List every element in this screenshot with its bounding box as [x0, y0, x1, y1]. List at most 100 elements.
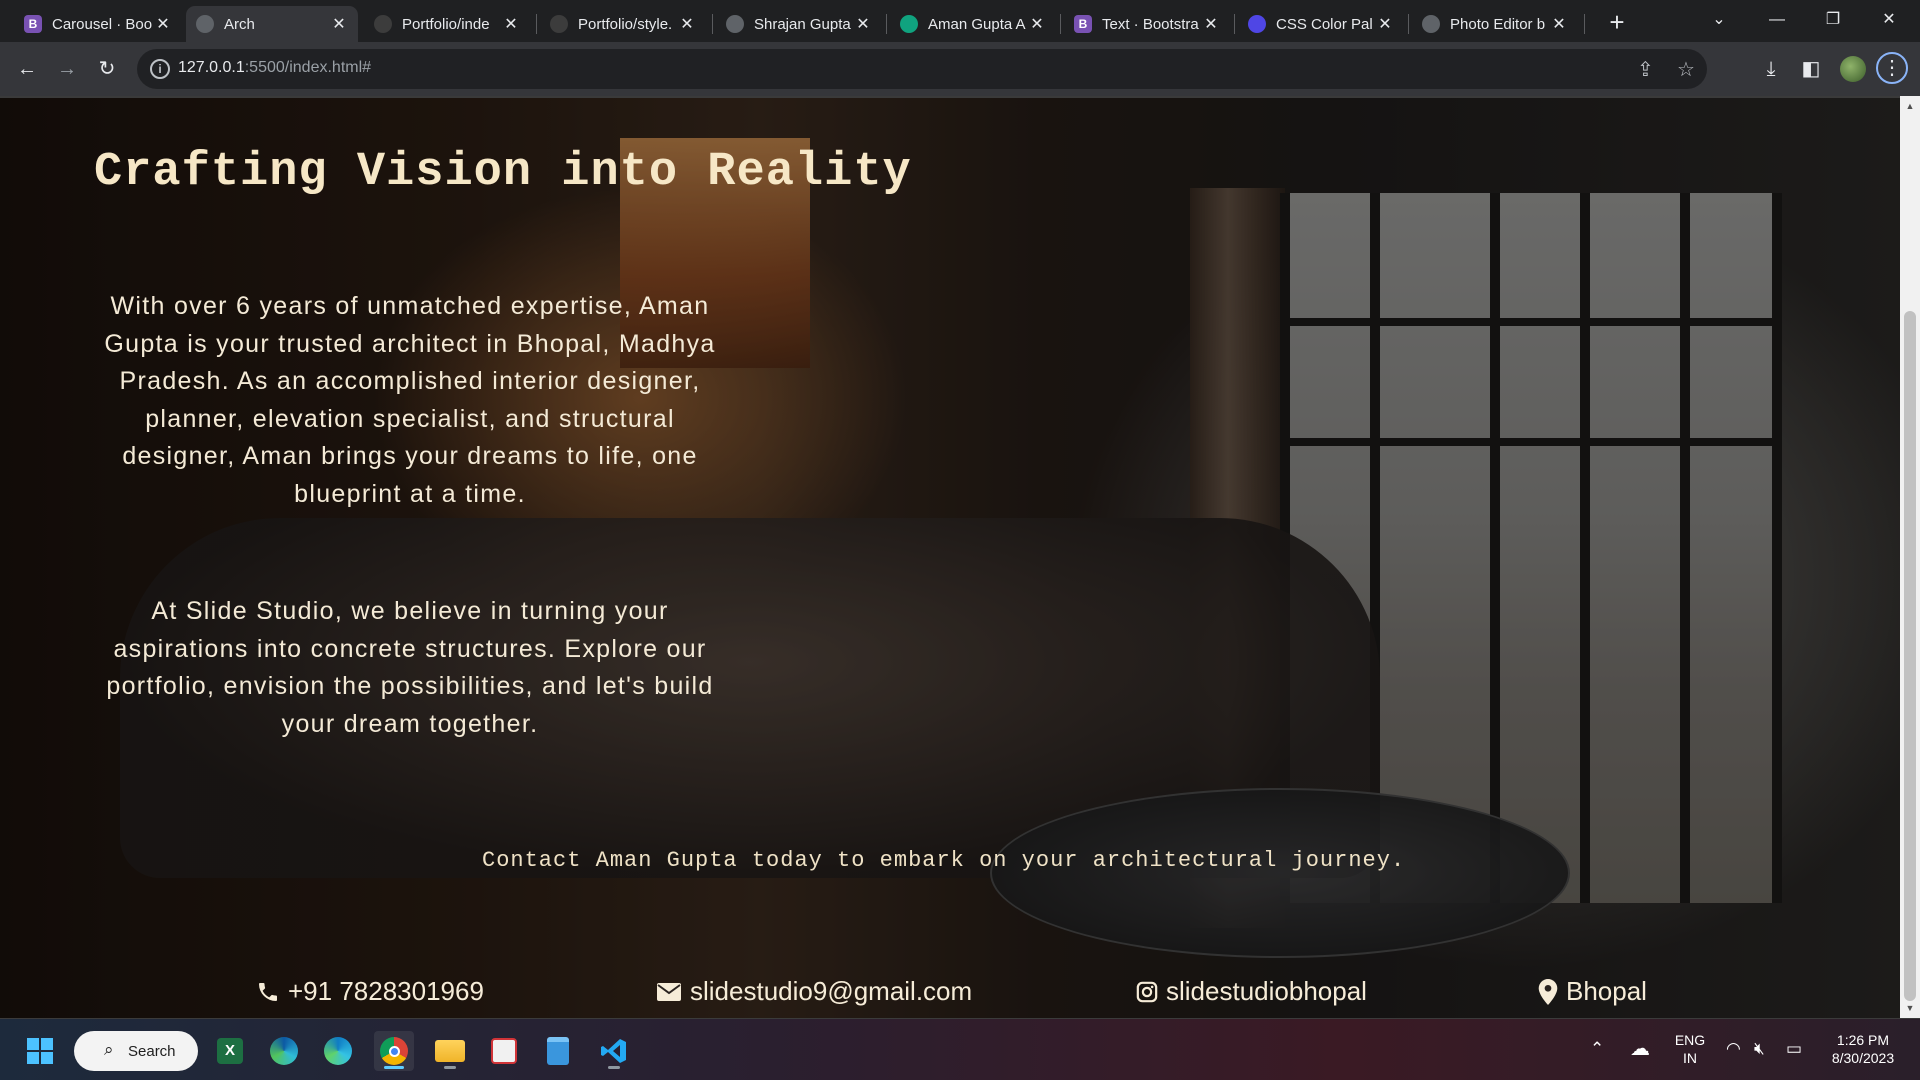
share-icon[interactable]: ⇪ [1637, 57, 1654, 82]
snipping-tool-app[interactable] [484, 1031, 524, 1071]
bootstrap-icon: B [1074, 15, 1092, 33]
globe-icon [726, 15, 744, 33]
scroll-down-arrow-icon[interactable]: ▼ [1900, 1000, 1920, 1016]
edge-icon [270, 1037, 298, 1065]
notepad-icon [547, 1037, 569, 1065]
chrome-app[interactable] [374, 1031, 414, 1071]
phone-number: +91 7828301969 [288, 976, 484, 1006]
tab-portfolio-style[interactable]: Portfolio/style. ✕ [540, 6, 706, 42]
location-contact: Bhopal [1538, 976, 1647, 1007]
url-text[interactable]: 127.0.0.1:5500/index.html# [178, 59, 371, 77]
search-label: Search [128, 1042, 176, 1060]
browser-toolbar: ← → ↻ i 127.0.0.1:5500/index.html# ⇪ ☆ ⤓… [0, 42, 1920, 96]
clock-time: 1:26 PM [1836, 1032, 1890, 1048]
bookmark-star-icon[interactable]: ☆ [1677, 57, 1695, 82]
intro-paragraph: With over 6 years of unmatched expertise… [104, 292, 716, 508]
close-icon[interactable]: ✕ [1550, 14, 1568, 34]
scroll-thumb[interactable] [1904, 311, 1916, 1001]
map-pin-icon [1538, 978, 1558, 1005]
reload-button[interactable]: ↻ [90, 52, 124, 86]
tab-aman-gupta[interactable]: Aman Gupta A ✕ [890, 6, 1056, 42]
edge-dev-app[interactable] [264, 1031, 304, 1071]
window-close-button[interactable]: ✕ [1866, 4, 1912, 36]
close-icon[interactable]: ✕ [330, 14, 348, 34]
snipping-icon [491, 1038, 517, 1064]
envelope-icon [656, 981, 682, 1003]
new-tab-button[interactable]: + [1600, 6, 1634, 40]
chrome-icon [380, 1037, 408, 1065]
chatgpt-icon [900, 15, 918, 33]
battery-icon[interactable]: ▭ [1786, 1039, 1802, 1059]
instagram-contact[interactable]: slidestudiobhopal [1136, 976, 1367, 1007]
tab-photo-editor[interactable]: Photo Editor b ✕ [1412, 6, 1578, 42]
download-icon[interactable]: ⤓ [1754, 52, 1788, 86]
close-icon[interactable]: ✕ [1028, 14, 1046, 34]
taskbar-search[interactable]: ⌕ Search [74, 1031, 198, 1071]
tab-title: CSS Color Pal [1276, 15, 1373, 33]
back-button[interactable]: ← [10, 52, 44, 86]
tab-arch[interactable]: Arch ✕ [186, 6, 358, 42]
speaker-muted-icon[interactable]: 🔇︎ [1754, 1039, 1765, 1059]
tab-text-bootstrap[interactable]: B Text · Bootstra ✕ [1064, 6, 1230, 42]
edge-app[interactable] [318, 1031, 358, 1071]
url-host: 127.0.0.1 [178, 59, 245, 76]
onedrive-cloud-icon[interactable]: ☁ [1630, 1036, 1650, 1061]
tab-shrajan-gupta[interactable]: Shrajan Gupta ✕ [716, 6, 882, 42]
vscode-icon [601, 1039, 626, 1063]
site-info-icon[interactable]: i [150, 59, 170, 79]
tab-title: Portfolio/style. [578, 15, 673, 33]
hero-title: Crafting Vision into Reality [94, 146, 912, 199]
excel-app[interactable]: X [210, 1031, 250, 1071]
tab-title: Portfolio/inde [402, 15, 490, 33]
tab-search-chevron-icon[interactable]: ⌄ [1696, 4, 1742, 36]
language-code: ENG [1674, 1032, 1706, 1048]
page-viewport: Crafting Vision into Reality With over 6… [0, 96, 1900, 1018]
close-icon[interactable]: ✕ [678, 14, 696, 34]
side-panel-icon[interactable]: ◧ [1794, 52, 1828, 86]
clock[interactable]: 1:26 PM 8/30/2023 [1818, 1031, 1908, 1067]
tab-carousel[interactable]: B Carousel · Boo ✕ [14, 6, 182, 42]
start-button[interactable] [20, 1031, 60, 1071]
close-icon[interactable]: ✕ [854, 14, 872, 34]
tab-title: Carousel · Boo [52, 15, 153, 33]
close-icon[interactable]: ✕ [1202, 14, 1220, 34]
input-language[interactable]: ENG IN [1670, 1031, 1710, 1067]
search-icon: ⌕ [104, 1040, 114, 1059]
minimize-button[interactable]: — [1754, 4, 1800, 36]
close-icon[interactable]: ✕ [502, 14, 520, 34]
close-icon[interactable]: ✕ [1376, 14, 1394, 34]
windows-logo-icon [27, 1038, 53, 1064]
tab-strip: B Carousel · Boo ✕ Arch ✕ Portfolio/inde… [0, 0, 1920, 42]
url-path: :5500/index.html# [244, 59, 372, 76]
github-icon [374, 15, 392, 33]
address-bar[interactable]: i 127.0.0.1:5500/index.html# ⇪ ☆ [137, 49, 1707, 89]
windows-taskbar: ⌕ Search X ⌃ ☁ ENG IN ◠ 🔇︎ ▭ 1:26 PM 8/3… [0, 1018, 1920, 1080]
email-contact[interactable]: slidestudio9@gmail.com [656, 976, 972, 1007]
vscode-app[interactable] [594, 1031, 634, 1071]
close-icon[interactable]: ✕ [154, 14, 172, 34]
contact-cta: Contact Aman Gupta today to embark on yo… [482, 848, 1406, 873]
folder-icon [435, 1040, 465, 1062]
notepad-app[interactable] [538, 1031, 578, 1071]
instagram-handle: slidestudiobhopal [1166, 976, 1367, 1006]
clock-date: 8/30/2023 [1831, 1050, 1895, 1066]
instagram-icon [1136, 981, 1158, 1003]
tab-title: Arch [224, 15, 255, 33]
file-explorer-app[interactable] [430, 1031, 470, 1071]
page-scrollbar[interactable]: ▲ ▼ [1900, 96, 1920, 1018]
excel-icon: X [217, 1038, 243, 1064]
profile-avatar[interactable] [1836, 52, 1870, 86]
restore-button[interactable]: ❐ [1810, 4, 1856, 36]
wifi-icon[interactable]: ◠ [1726, 1039, 1741, 1059]
tab-title: Aman Gupta A [928, 15, 1026, 33]
tab-title: Shrajan Gupta [754, 15, 851, 33]
chrome-menu-icon[interactable]: ⋮ [1876, 52, 1908, 84]
scroll-up-arrow-icon[interactable]: ▲ [1900, 98, 1920, 114]
tab-css-color-palette[interactable]: CSS Color Pal ✕ [1238, 6, 1404, 42]
globe-icon [196, 15, 214, 33]
forward-button[interactable]: → [50, 52, 84, 86]
show-hidden-icons-chevron-icon[interactable]: ⌃ [1590, 1039, 1604, 1059]
phone-contact[interactable]: +91 7828301969 [256, 976, 484, 1007]
location-text: Bhopal [1566, 976, 1647, 1006]
tab-portfolio-index[interactable]: Portfolio/inde ✕ [364, 6, 530, 42]
